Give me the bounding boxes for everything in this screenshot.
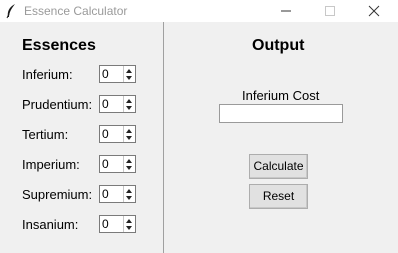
- spin-up-icon[interactable]: [126, 159, 132, 163]
- essences-heading: Essences: [22, 37, 96, 54]
- inferium-cost-field[interactable]: [219, 104, 343, 123]
- spin-down-icon[interactable]: [126, 226, 132, 230]
- spin-arrows[interactable]: [123, 126, 135, 142]
- tertium-value[interactable]: 0: [102, 127, 109, 141]
- spin-up-icon[interactable]: [126, 69, 132, 73]
- imperium-value[interactable]: 0: [102, 157, 109, 171]
- maximize-button[interactable]: [310, 0, 350, 22]
- inferium-label: Inferium:: [22, 67, 73, 82]
- spin-down-icon[interactable]: [126, 76, 132, 80]
- insanium-value[interactable]: 0: [102, 217, 109, 231]
- minimize-button[interactable]: [266, 0, 306, 22]
- insanium-label: Insanium:: [22, 217, 79, 232]
- spin-arrows[interactable]: [123, 186, 135, 202]
- imperium-label: Imperium:: [22, 157, 80, 172]
- spin-down-icon[interactable]: [126, 166, 132, 170]
- close-button[interactable]: [354, 0, 394, 22]
- supremium-spinbox[interactable]: 0: [99, 185, 136, 203]
- supremium-value[interactable]: 0: [102, 187, 109, 201]
- spin-up-icon[interactable]: [126, 219, 132, 223]
- spin-down-icon[interactable]: [126, 136, 132, 140]
- tertium-label: Tertium:: [22, 127, 69, 142]
- prudentium-value[interactable]: 0: [102, 97, 109, 111]
- maximize-icon: [325, 6, 335, 16]
- inferium-spinbox[interactable]: 0: [99, 65, 136, 83]
- panel-divider: [163, 22, 164, 253]
- insanium-spinbox[interactable]: 0: [99, 215, 136, 233]
- calculate-button[interactable]: Calculate: [249, 154, 308, 179]
- spin-arrows[interactable]: [123, 96, 135, 112]
- spin-up-icon[interactable]: [126, 99, 132, 103]
- prudentium-label: Prudentium:: [22, 97, 93, 112]
- spin-arrows[interactable]: [123, 66, 135, 82]
- spin-down-icon[interactable]: [126, 196, 132, 200]
- spin-up-icon[interactable]: [126, 129, 132, 133]
- spin-arrows[interactable]: [123, 216, 135, 232]
- prudentium-spinbox[interactable]: 0: [99, 95, 136, 113]
- inferium-value[interactable]: 0: [102, 67, 109, 81]
- feather-icon: [6, 4, 15, 19]
- imperium-spinbox[interactable]: 0: [99, 155, 136, 173]
- window-title: Essence Calculator: [24, 4, 128, 18]
- close-icon: [368, 5, 380, 17]
- reset-button[interactable]: Reset: [249, 184, 308, 209]
- title-bar: Essence Calculator: [0, 0, 398, 22]
- inferium-cost-label: Inferium Cost: [242, 88, 320, 103]
- spin-up-icon[interactable]: [126, 189, 132, 193]
- spin-arrows[interactable]: [123, 156, 135, 172]
- minimize-icon: [281, 10, 291, 12]
- spin-down-icon[interactable]: [126, 106, 132, 110]
- tertium-spinbox[interactable]: 0: [99, 125, 136, 143]
- output-heading: Output: [252, 37, 305, 54]
- supremium-label: Supremium:: [22, 187, 93, 202]
